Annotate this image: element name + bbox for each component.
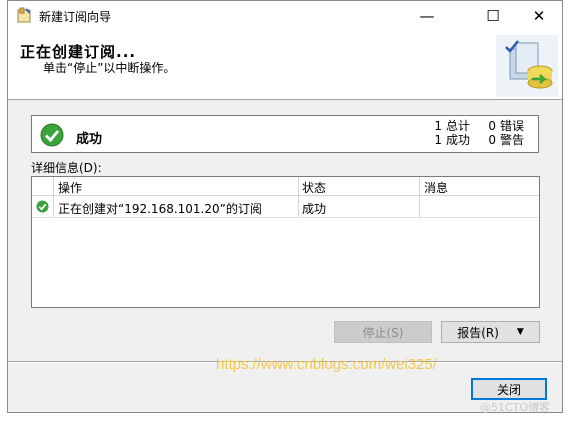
warning-label: 警告	[500, 133, 525, 147]
stop-button-label: 停止(S)	[362, 325, 404, 340]
maximize-icon: ☐	[486, 7, 500, 25]
details-grid[interactable]: 操作 状态 消息 正在创建对“192.168.101.20”的订阅 成功	[31, 176, 540, 308]
details-label: 详细信息(D):	[31, 161, 102, 175]
close-window-button[interactable]: ✕	[516, 1, 562, 31]
status-panel: 成功 1 总计 0 错误 1 成功 0 警告	[31, 115, 539, 153]
app-icon	[17, 7, 31, 23]
watermark-url: https://www.cnblogs.com/wei325/	[216, 356, 437, 373]
grid-header: 操作 状态 消息	[32, 177, 539, 196]
minimize-button[interactable]: —	[404, 1, 450, 31]
maximize-button[interactable]: ☐	[470, 1, 516, 31]
table-row[interactable]: 正在创建对“192.168.101.20”的订阅 成功	[32, 196, 539, 218]
close-icon: ✕	[532, 7, 546, 25]
wizard-window: 新建订阅向导 — ☐ ✕ 正在创建订阅... 单击“停止”以中断操作。 成功 1…	[7, 0, 563, 414]
column-header-action[interactable]: 操作	[58, 179, 82, 196]
stop-button[interactable]: 停止(S)	[334, 321, 432, 343]
total-count: 1	[434, 119, 442, 133]
success-label: 成功	[446, 133, 471, 147]
watermark-blog: @51CTO博客	[479, 401, 550, 414]
title-bar: 新建订阅向导 — ☐ ✕	[8, 1, 562, 31]
total-label: 总计	[446, 119, 471, 133]
success-count: 1	[434, 133, 442, 147]
row-action: 正在创建对“192.168.101.20”的订阅	[58, 202, 262, 216]
window-title: 新建订阅向导	[39, 10, 112, 24]
subscription-wizard-icon	[496, 35, 558, 97]
warning-count: 0	[488, 133, 496, 147]
page-subtitle: 单击“停止”以中断操作。	[43, 61, 176, 75]
row-status: 成功	[302, 202, 327, 216]
minimize-icon: —	[419, 7, 435, 25]
close-button-label: 关闭	[496, 382, 521, 397]
wizard-header: 正在创建订阅... 单击“停止”以中断操作。	[8, 31, 562, 100]
column-header-status[interactable]: 状态	[302, 179, 326, 196]
report-button-label: 报告(R)	[457, 325, 499, 340]
error-count: 0	[488, 119, 496, 133]
status-result: 成功	[76, 132, 103, 147]
report-button[interactable]: 报告(R) ▼	[441, 321, 540, 343]
success-icon	[36, 200, 49, 213]
status-stats: 1 总计 0 错误 1 成功 0 警告	[432, 119, 530, 147]
success-icon	[40, 123, 64, 147]
column-header-message[interactable]: 消息	[424, 179, 448, 196]
chevron-down-icon: ▼	[516, 327, 524, 337]
close-button[interactable]: 关闭	[471, 378, 547, 400]
error-label: 错误	[500, 119, 525, 133]
